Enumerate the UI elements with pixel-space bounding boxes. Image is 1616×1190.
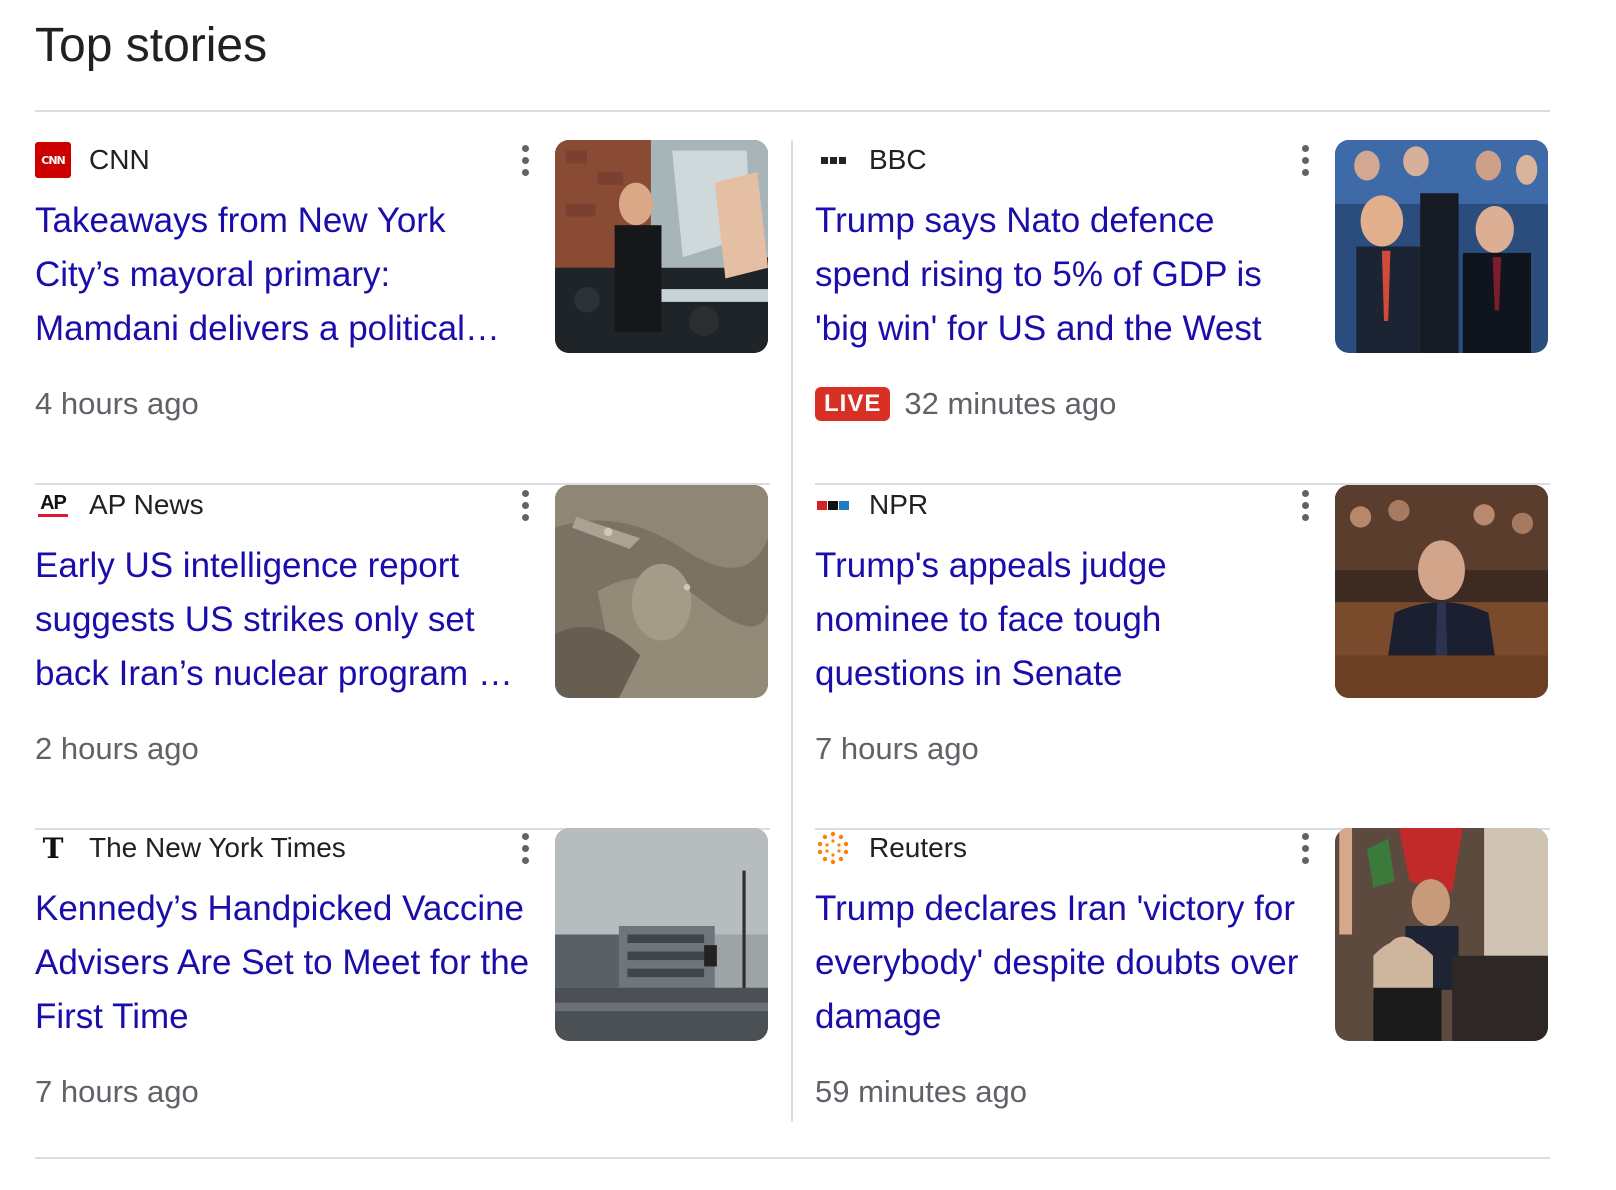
section-divider xyxy=(35,1157,1550,1159)
source-name[interactable]: AP News xyxy=(89,489,204,521)
story-headline[interactable]: Early US intelligence report suggests US… xyxy=(35,539,530,701)
story-meta: 4 hours ago xyxy=(35,384,199,424)
live-badge: LIVE xyxy=(815,387,891,421)
story-card[interactable]: CNN CNN Takeaways from New York City’s m… xyxy=(35,140,770,485)
nyt-logo-text: T xyxy=(42,831,64,865)
story-card[interactable]: T The New York Times Kennedy’s Handpicke… xyxy=(35,828,770,1143)
story-card[interactable]: Reuters Trump declares Iran 'victory for… xyxy=(815,828,1550,1143)
story-timestamp: 59 minutes ago xyxy=(815,1074,1027,1109)
story-meta: 7 hours ago xyxy=(815,729,979,769)
story-thumbnail[interactable] xyxy=(555,140,768,353)
npr-logo-icon xyxy=(815,487,851,523)
source-row: Reuters xyxy=(815,830,967,866)
story-thumbnail-image xyxy=(555,140,768,353)
story-card[interactable]: BBC Trump says Nato defence spend rising… xyxy=(815,140,1550,485)
story-timestamp: 4 hours ago xyxy=(35,386,199,421)
source-row: T The New York Times xyxy=(35,830,346,866)
more-options-icon[interactable] xyxy=(511,142,539,178)
story-card[interactable]: AP AP News Early US intelligence report … xyxy=(35,485,770,830)
story-thumbnail-image xyxy=(555,828,768,1041)
story-thumbnail[interactable] xyxy=(1335,140,1548,353)
story-meta: LIVE 32 minutes ago xyxy=(815,384,1116,424)
section-divider xyxy=(35,110,1550,112)
page-title: Top stories xyxy=(35,19,268,72)
story-meta: 2 hours ago xyxy=(35,729,199,769)
story-headline[interactable]: Trump declares Iran 'victory for everybo… xyxy=(815,882,1310,1044)
story-headline[interactable]: Takeaways from New York City’s mayoral p… xyxy=(35,194,530,356)
story-timestamp: 2 hours ago xyxy=(35,731,199,766)
column-divider xyxy=(791,140,793,1122)
story-meta: 59 minutes ago xyxy=(815,1072,1027,1112)
source-name[interactable]: BBC xyxy=(869,144,927,176)
source-row: BBC xyxy=(815,142,927,178)
more-options-icon[interactable] xyxy=(1291,830,1319,866)
story-thumbnail[interactable] xyxy=(555,485,768,698)
story-thumbnail-image xyxy=(1335,485,1548,698)
bbc-logo-icon xyxy=(815,142,851,178)
source-name[interactable]: Reuters xyxy=(869,832,967,864)
more-options-icon[interactable] xyxy=(511,487,539,523)
story-card[interactable]: NPR Trump's appeals judge nominee to fac… xyxy=(815,485,1550,830)
source-row: NPR xyxy=(815,487,928,523)
story-thumbnail-image xyxy=(1335,828,1548,1041)
story-meta: 7 hours ago xyxy=(35,1072,199,1112)
story-thumbnail-image xyxy=(1335,140,1548,353)
story-timestamp: 7 hours ago xyxy=(815,731,979,766)
ap-logo-text: AP xyxy=(40,492,67,514)
source-row: CNN CNN xyxy=(35,142,150,178)
more-options-icon[interactable] xyxy=(511,830,539,866)
source-name[interactable]: CNN xyxy=(89,144,150,176)
ap-logo-icon: AP xyxy=(35,487,71,523)
story-timestamp: 7 hours ago xyxy=(35,1074,199,1109)
source-name[interactable]: NPR xyxy=(869,489,928,521)
story-headline[interactable]: Trump says Nato defence spend rising to … xyxy=(815,194,1310,356)
cnn-logo-icon: CNN xyxy=(35,142,71,178)
nyt-logo-icon: T xyxy=(35,830,71,866)
more-options-icon[interactable] xyxy=(1291,487,1319,523)
more-options-icon[interactable] xyxy=(1291,142,1319,178)
source-name[interactable]: The New York Times xyxy=(89,832,346,864)
story-thumbnail-image xyxy=(555,485,768,698)
story-thumbnail[interactable] xyxy=(1335,485,1548,698)
reuters-logo-icon xyxy=(815,830,851,866)
story-thumbnail[interactable] xyxy=(1335,828,1548,1041)
story-timestamp: 32 minutes ago xyxy=(904,386,1117,421)
story-headline[interactable]: Kennedy’s Handpicked Vaccine Advisers Ar… xyxy=(35,882,530,1044)
story-headline[interactable]: Trump's appeals judge nominee to face to… xyxy=(815,539,1310,701)
source-row: AP AP News xyxy=(35,487,204,523)
story-thumbnail[interactable] xyxy=(555,828,768,1041)
cnn-logo-text: CNN xyxy=(41,153,65,167)
